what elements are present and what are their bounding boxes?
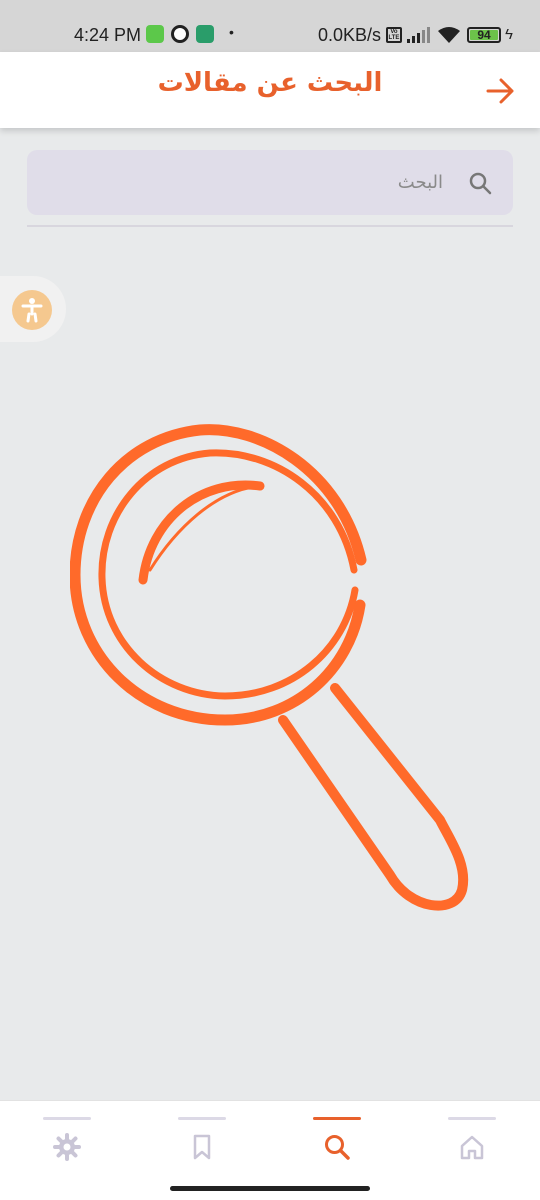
status-bar: 4:24 PM • 0.0KB/s Vo LTE 94 ϟ [0,0,540,52]
accessibility-icon [21,298,43,323]
magnifying-glass-illustration [70,424,469,911]
home-indicator[interactable] [170,1186,370,1191]
accessibility-button[interactable] [12,290,52,330]
nav-indicator [178,1117,226,1120]
arrow-right-icon[interactable] [484,76,518,106]
app-notification-icon [196,25,214,43]
bottom-nav [0,1100,540,1200]
notification-dot-icon: • [229,24,234,40]
app-notification-icon [146,25,164,43]
wifi-icon [438,27,460,43]
home-icon [460,1135,484,1160]
app-notification-icon [171,25,189,43]
nav-item-search[interactable] [297,1101,377,1181]
search-icon [469,172,492,195]
search-input[interactable] [43,166,443,198]
volte-icon: Vo LTE [386,27,402,43]
nav-indicator [448,1117,496,1120]
network-speed: 0.0KB/s [318,25,382,45]
charging-icon: ϟ [505,26,513,43]
nav-item-home[interactable] [432,1101,512,1181]
divider [27,225,513,227]
search-icon [325,1135,350,1160]
app-header: البحث عن مقالات [0,52,540,128]
status-time: 4:24 PM [74,25,142,45]
battery-level: 94 [477,28,491,42]
signal-icon [407,27,430,43]
accessibility-tab[interactable] [0,276,66,342]
page-title: البحث عن مقالات [157,68,383,98]
nav-indicator [43,1117,91,1120]
nav-indicator [313,1117,361,1120]
search-bar[interactable] [27,150,513,215]
gear-icon [53,1133,81,1161]
nav-item-settings[interactable] [27,1101,107,1181]
bookmark-icon [193,1134,211,1160]
nav-item-bookmarks[interactable] [162,1101,242,1181]
battery-icon: 94 [467,27,501,43]
